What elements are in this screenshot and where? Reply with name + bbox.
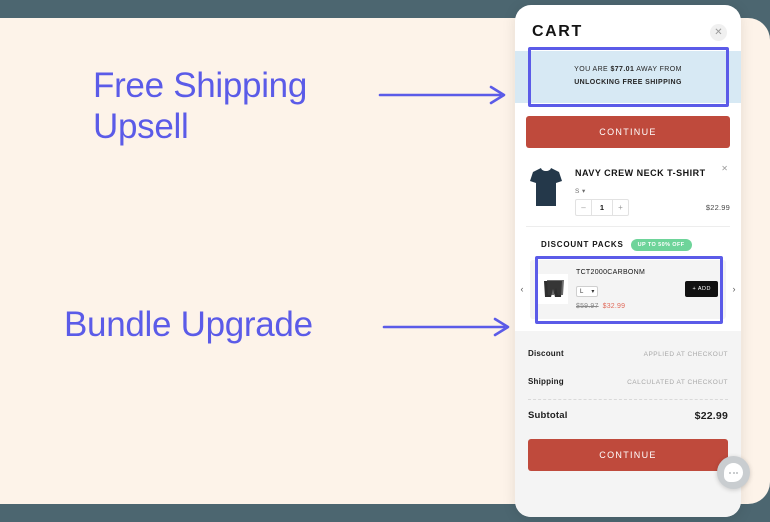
quantity-increment-button[interactable]: + — [613, 200, 628, 215]
cart-header: CART ✕ — [515, 5, 741, 51]
discount-packs-carousel: ‹ TCT2000CARBONM L ▾ $59.97$32.99 + ADD — [515, 255, 741, 331]
free-shipping-prefix: YOU ARE — [574, 66, 611, 73]
chat-bubble-icon — [724, 463, 743, 482]
summary-value: CALCULATED AT CHECKOUT — [627, 379, 728, 387]
size-select[interactable]: L ▾ — [576, 286, 599, 298]
carbon-shorts-image — [538, 274, 568, 305]
page-title: CART — [532, 23, 583, 40]
status-badge: UP TO 50% OFF — [630, 238, 692, 251]
add-pack-button[interactable]: + ADD — [685, 281, 718, 298]
summary-row-shipping: Shipping CALCULATED AT CHECKOUT — [528, 369, 728, 397]
free-shipping-suffix: AWAY FROM — [634, 66, 682, 73]
cart-line-item-title: NAVY CREW NECK T-SHIRT — [575, 167, 706, 178]
cart-line-item-price: $22.99 — [705, 202, 730, 212]
chat-widget-button[interactable] — [717, 456, 750, 489]
quantity-stepper: – 1 + — [575, 198, 629, 216]
continue-button-bottom[interactable]: CONTINUE — [528, 439, 728, 472]
cart-line-item: NAVY CREW NECK T-SHIRT S ▾ – 1 + $22.99 … — [515, 148, 741, 226]
arrow-right-icon — [378, 85, 506, 105]
chevron-right-icon[interactable]: › — [727, 284, 741, 294]
continue-button-top[interactable]: CONTINUE — [526, 115, 730, 148]
quantity-value: 1 — [591, 199, 613, 215]
free-shipping-upsell-region: YOU ARE $77.01 AWAY FROM UNLOCKING FREE … — [515, 47, 741, 107]
original-price: $59.97 — [576, 302, 599, 310]
cart-summary: Discount APPLIED AT CHECKOUT Shipping CA… — [515, 330, 741, 517]
subtotal-value: $22.99 — [694, 410, 728, 423]
sale-price: $32.99 — [602, 302, 626, 310]
cart-line-item-variant[interactable]: S ▾ — [575, 187, 730, 195]
annotation-free-shipping-upsell: Free Shipping Upsell — [93, 66, 308, 147]
chevron-down-icon: ▾ — [591, 289, 595, 296]
variant-value: S — [575, 187, 580, 195]
summary-label: Shipping — [528, 377, 564, 387]
annotation-bundle-upgrade: Bundle Upgrade — [64, 305, 313, 344]
divider — [528, 399, 728, 401]
chevron-left-icon[interactable]: ‹ — [515, 284, 529, 294]
summary-row-discount: Discount APPLIED AT CHECKOUT — [528, 341, 728, 369]
cart-drawer: CART ✕ YOU ARE $77.01 AWAY FROM UNLOCKIN… — [515, 5, 741, 517]
free-shipping-line2: UNLOCKING FREE SHIPPING — [574, 78, 682, 86]
remove-line-item-icon[interactable]: ✕ — [721, 164, 728, 173]
summary-value: APPLIED AT CHECKOUT — [643, 350, 728, 358]
free-shipping-amount: $77.01 — [610, 66, 635, 73]
discount-packs-header: DISCOUNT PACKS UP TO 50% OFF — [515, 227, 741, 260]
size-value: L — [580, 288, 584, 295]
free-shipping-message: YOU ARE $77.01 AWAY FROM UNLOCKING FREE … — [515, 51, 741, 103]
discount-pack-body: TCT2000CARBONM L ▾ $59.97 $32.99 — [576, 269, 685, 310]
discount-pack-card: TCT2000CARBONM L ▾ $59.97 $32.99 + ADD — [530, 259, 726, 319]
chevron-down-icon: ▾ — [581, 187, 586, 195]
arrow-right-icon — [382, 317, 510, 337]
discount-pack-prices: $59.97 $32.99 — [576, 303, 685, 310]
summary-label: Discount — [528, 348, 564, 358]
cart-line-item-qty-row: – 1 + $22.99 — [575, 198, 730, 216]
quantity-decrement-button[interactable]: – — [576, 200, 591, 215]
navy-tshirt-image — [530, 167, 562, 206]
discount-pack-title: TCT2000CARBONM — [576, 268, 646, 276]
summary-row-subtotal: Subtotal $22.99 — [528, 402, 728, 430]
subtotal-label: Subtotal — [528, 410, 568, 422]
close-icon[interactable]: ✕ — [710, 23, 727, 41]
discount-packs-title: DISCOUNT PACKS — [541, 240, 624, 250]
cart-line-item-body: NAVY CREW NECK T-SHIRT S ▾ – 1 + $22.99 — [575, 164, 730, 216]
